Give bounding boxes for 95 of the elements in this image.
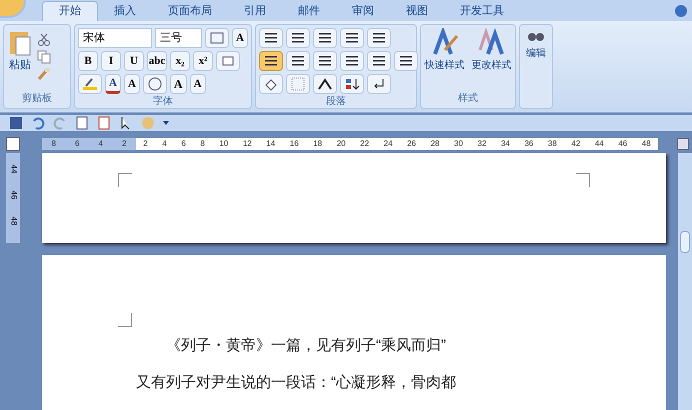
group-title: 剪贴板	[21, 92, 53, 106]
document-icon	[96, 116, 112, 130]
paste-button[interactable]: 粘贴	[8, 29, 32, 91]
grow-font-button[interactable]: A	[170, 74, 187, 94]
group-title: 字体	[152, 94, 174, 109]
document-text: 《列子・黄帝》一篇，见有列子“乘风而归”	[165, 336, 447, 356]
show-marks-button[interactable]	[367, 74, 391, 94]
document-icon	[74, 116, 90, 130]
ruler-number: 16	[290, 138, 299, 150]
sort-icon	[344, 77, 360, 91]
shrink-font-button[interactable]: A	[190, 74, 206, 94]
distribute-button[interactable]	[367, 51, 391, 71]
group-title: 样式	[457, 92, 479, 106]
circle-icon	[140, 116, 156, 130]
ribbon-tab[interactable]: 插入	[98, 1, 152, 21]
format-button[interactable]: B	[78, 51, 98, 71]
ribbon-tab[interactable]: 审阅	[336, 1, 390, 21]
ruler-number: 44	[8, 164, 19, 174]
justify-button[interactable]	[340, 51, 364, 71]
clipboard-icon	[8, 29, 32, 57]
ruler-number: 44	[594, 138, 604, 150]
align-left-button[interactable]	[259, 51, 283, 71]
enclose-char-button[interactable]	[142, 74, 167, 94]
ruler-number: 6	[181, 138, 186, 150]
align-right-button[interactable]	[313, 51, 337, 71]
format-button[interactable]: abc	[147, 51, 167, 71]
format-button[interactable]: x₂	[170, 51, 190, 71]
ribbon-tab[interactable]: 引用	[228, 1, 282, 21]
ribbon-tab[interactable]: 开发工具	[444, 1, 520, 21]
scissors-icon	[36, 33, 52, 47]
ruler-number: 36	[524, 138, 534, 150]
ruler-number: 18	[313, 138, 322, 150]
clear-format-button[interactable]	[216, 51, 240, 71]
editing-button[interactable]: 编辑	[526, 28, 546, 61]
font-color-button[interactable]: A	[105, 74, 121, 94]
sort-button[interactable]	[340, 74, 364, 94]
ruler-number: 2	[122, 138, 126, 150]
font-size-field[interactable]: 三号	[155, 28, 202, 48]
numbering-button[interactable]	[286, 28, 310, 48]
document-text: 又有列子对尹生说的一段话：“心凝形释，骨肉都	[136, 372, 457, 392]
ruler-number: 34	[500, 138, 510, 150]
ruler-number: 4	[98, 138, 103, 150]
ruler-number: 8	[52, 138, 56, 150]
ruler-number: 46	[8, 190, 19, 200]
ruler-number: 28	[430, 138, 440, 150]
highlighter-icon	[82, 77, 98, 91]
ruler-number: 48	[8, 216, 19, 226]
format-button[interactable]: x²	[193, 51, 213, 71]
circle-icon	[146, 77, 163, 91]
shading-button[interactable]	[259, 74, 283, 94]
ruler-number: 46	[618, 138, 628, 150]
ruler-number: 30	[454, 138, 463, 150]
phonetic-button[interactable]	[205, 28, 230, 48]
quick-styles-button[interactable]: 快速样式	[424, 28, 464, 91]
ruler-number: 42	[571, 138, 580, 150]
ruler-number: 20	[336, 138, 346, 150]
view-ruler-button[interactable]	[677, 138, 689, 150]
font-name-field[interactable]: 宋体	[78, 28, 152, 48]
multilevel-button[interactable]	[313, 28, 337, 48]
ribbon-tab[interactable]: 页面布局	[152, 1, 228, 21]
format-button[interactable]: I	[101, 51, 121, 71]
ruler-number: 22	[360, 138, 370, 150]
char-shade-button[interactable]: A	[124, 74, 140, 94]
ruler-number: 26	[407, 138, 416, 150]
ruler-number: 14	[266, 138, 276, 150]
ruler-number: 32	[478, 138, 486, 150]
ruler-number: 8	[200, 138, 205, 150]
scroll-thumb[interactable]	[680, 231, 690, 253]
bullets-button[interactable]	[259, 28, 283, 48]
copy-icon	[36, 50, 52, 64]
group-title: 段落	[325, 94, 347, 109]
change-styles-button[interactable]: 更改样式	[472, 28, 512, 91]
border-grid-icon	[290, 77, 306, 91]
format-button[interactable]: U	[124, 51, 144, 71]
outdent-button[interactable]	[340, 28, 364, 48]
ruler-number: 4	[162, 138, 167, 150]
vertical-scrollbar[interactable]	[678, 153, 692, 410]
ruler-number: 6	[75, 138, 80, 150]
ruler-number: 10	[219, 138, 228, 150]
ribbon-tab[interactable]: 视图	[390, 1, 444, 21]
ruler-number: 38	[548, 138, 557, 150]
line-spacing-button[interactable]	[394, 51, 418, 71]
ribbon-tab[interactable]: 邮件	[282, 1, 336, 21]
ruler-number: 48	[642, 138, 651, 150]
ruler-number: 12	[242, 138, 252, 150]
align-center-button[interactable]	[286, 51, 310, 71]
highlight-button[interactable]	[78, 74, 102, 94]
ruler-number: 24	[384, 138, 393, 150]
char-border-button[interactable]: A	[232, 28, 248, 48]
indent-button[interactable]	[367, 28, 391, 48]
chinese-layout-button[interactable]	[313, 74, 337, 94]
ribbon-tab[interactable]: 开始	[42, 1, 98, 21]
ruler-number: 2	[143, 138, 148, 150]
tab-selector[interactable]	[6, 137, 20, 151]
paintbrush-icon	[36, 67, 52, 81]
